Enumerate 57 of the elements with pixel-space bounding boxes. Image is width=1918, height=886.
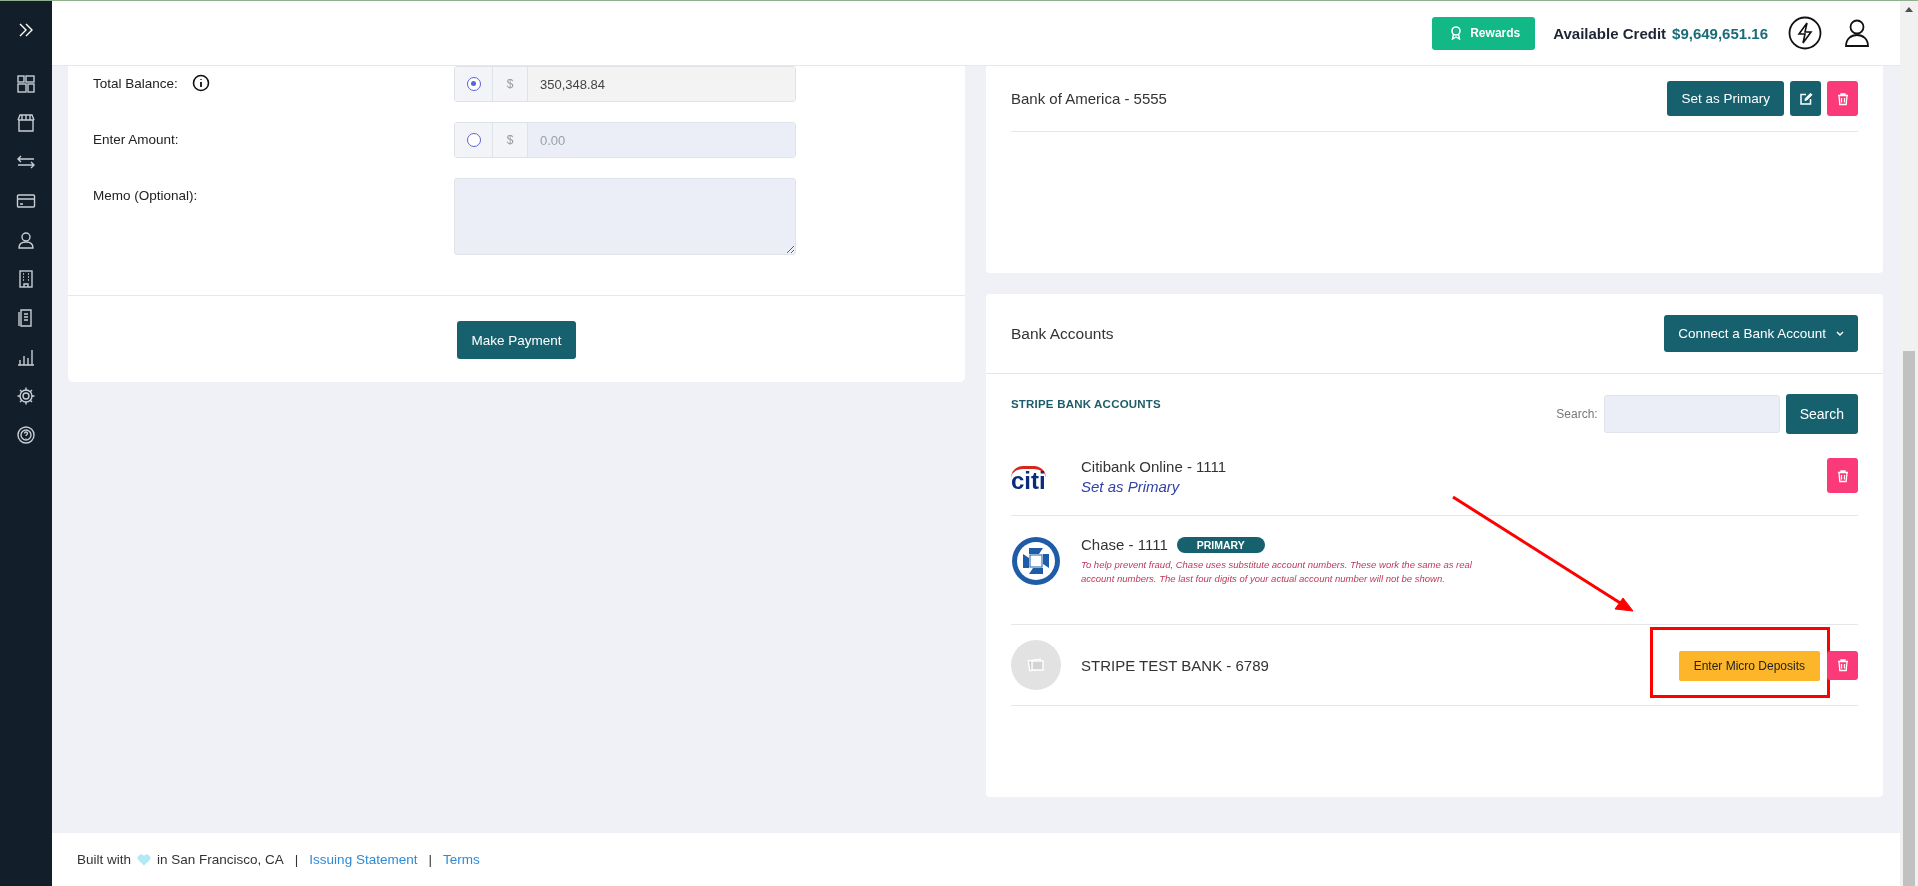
user-icon[interactable]	[1844, 18, 1870, 48]
credit-value: $9,649,651.16	[1672, 24, 1768, 42]
delete-button[interactable]	[1827, 458, 1858, 493]
account-name: Bank of America - 5555	[1011, 90, 1167, 107]
footer-text: Built with	[77, 852, 132, 867]
delete-button[interactable]	[1827, 81, 1858, 116]
store-icon[interactable]	[16, 113, 36, 133]
search-button[interactable]: Search	[1785, 394, 1858, 434]
edit-icon	[1798, 91, 1813, 106]
trash-icon	[1835, 468, 1850, 483]
field-label: Memo (Optional):	[93, 188, 198, 203]
lightning-icon[interactable]	[1788, 16, 1822, 50]
field-label: Enter Amount:	[93, 132, 179, 147]
field-label: Total Balance:	[93, 75, 178, 91]
micro-deposits-button[interactable]: Enter Micro Deposits	[1678, 650, 1820, 681]
footer-link[interactable]: Issuing Statement	[309, 852, 418, 867]
dashboard-icon[interactable]	[16, 74, 36, 94]
connect-bank-button[interactable]: Connect a Bank Account	[1664, 315, 1858, 352]
scroll-up-icon[interactable]	[1905, 7, 1913, 12]
edit-button[interactable]	[1790, 81, 1821, 116]
footer-link[interactable]: Terms	[442, 852, 480, 867]
memo-field[interactable]	[454, 178, 796, 255]
settings-icon[interactable]	[16, 386, 36, 406]
account-name: Chase - 1111	[1081, 536, 1168, 553]
card-title: Bank Accounts	[1011, 324, 1114, 343]
account-name: STRIPE TEST BANK - 6789	[1081, 656, 1269, 674]
set-primary-button[interactable]: Set as Primary	[1667, 81, 1784, 116]
delete-button[interactable]	[1827, 650, 1858, 680]
heart-icon	[137, 853, 152, 866]
caret-icon	[1836, 331, 1844, 336]
bank-logo	[1011, 536, 1061, 586]
trash-icon	[1835, 91, 1850, 106]
help-icon[interactable]	[16, 425, 36, 445]
primary-badge: PRIMARY	[1176, 536, 1265, 553]
photo-icon	[1027, 657, 1045, 673]
info-icon[interactable]	[191, 74, 210, 92]
make-payment-button[interactable]: Make Payment	[457, 321, 576, 359]
card-icon[interactable]	[16, 191, 36, 211]
scrollbar[interactable]	[1900, 1, 1918, 886]
search-label: Search:	[1556, 407, 1598, 421]
account-name: Citibank Online - 1111	[1081, 458, 1227, 475]
search-field[interactable]	[1603, 395, 1780, 433]
bank-logo: citi	[1011, 465, 1046, 493]
set-primary-link[interactable]: Set as Primary	[1081, 478, 1827, 495]
separator: |	[294, 852, 299, 867]
footer-text: in San Francisco, CA	[157, 852, 284, 867]
section-title: STRIPE BANK ACCOUNTS	[1011, 398, 1161, 410]
award-icon	[1450, 26, 1463, 40]
chart-icon[interactable]	[16, 347, 36, 367]
expand-icon[interactable]	[17, 21, 35, 39]
separator: |	[428, 852, 432, 867]
credit-label: Available Credit	[1553, 24, 1667, 42]
building-icon[interactable]	[16, 269, 36, 289]
trash-icon	[1835, 658, 1850, 672]
scrollbar-thumb[interactable]	[1903, 351, 1915, 886]
person-icon[interactable]	[16, 230, 36, 250]
fraud-note: To help prevent fraud, Chase uses substitute account numbers. These work the same as real account numbers. The last four digits of your actual account number will not be shown.	[1081, 558, 1473, 587]
